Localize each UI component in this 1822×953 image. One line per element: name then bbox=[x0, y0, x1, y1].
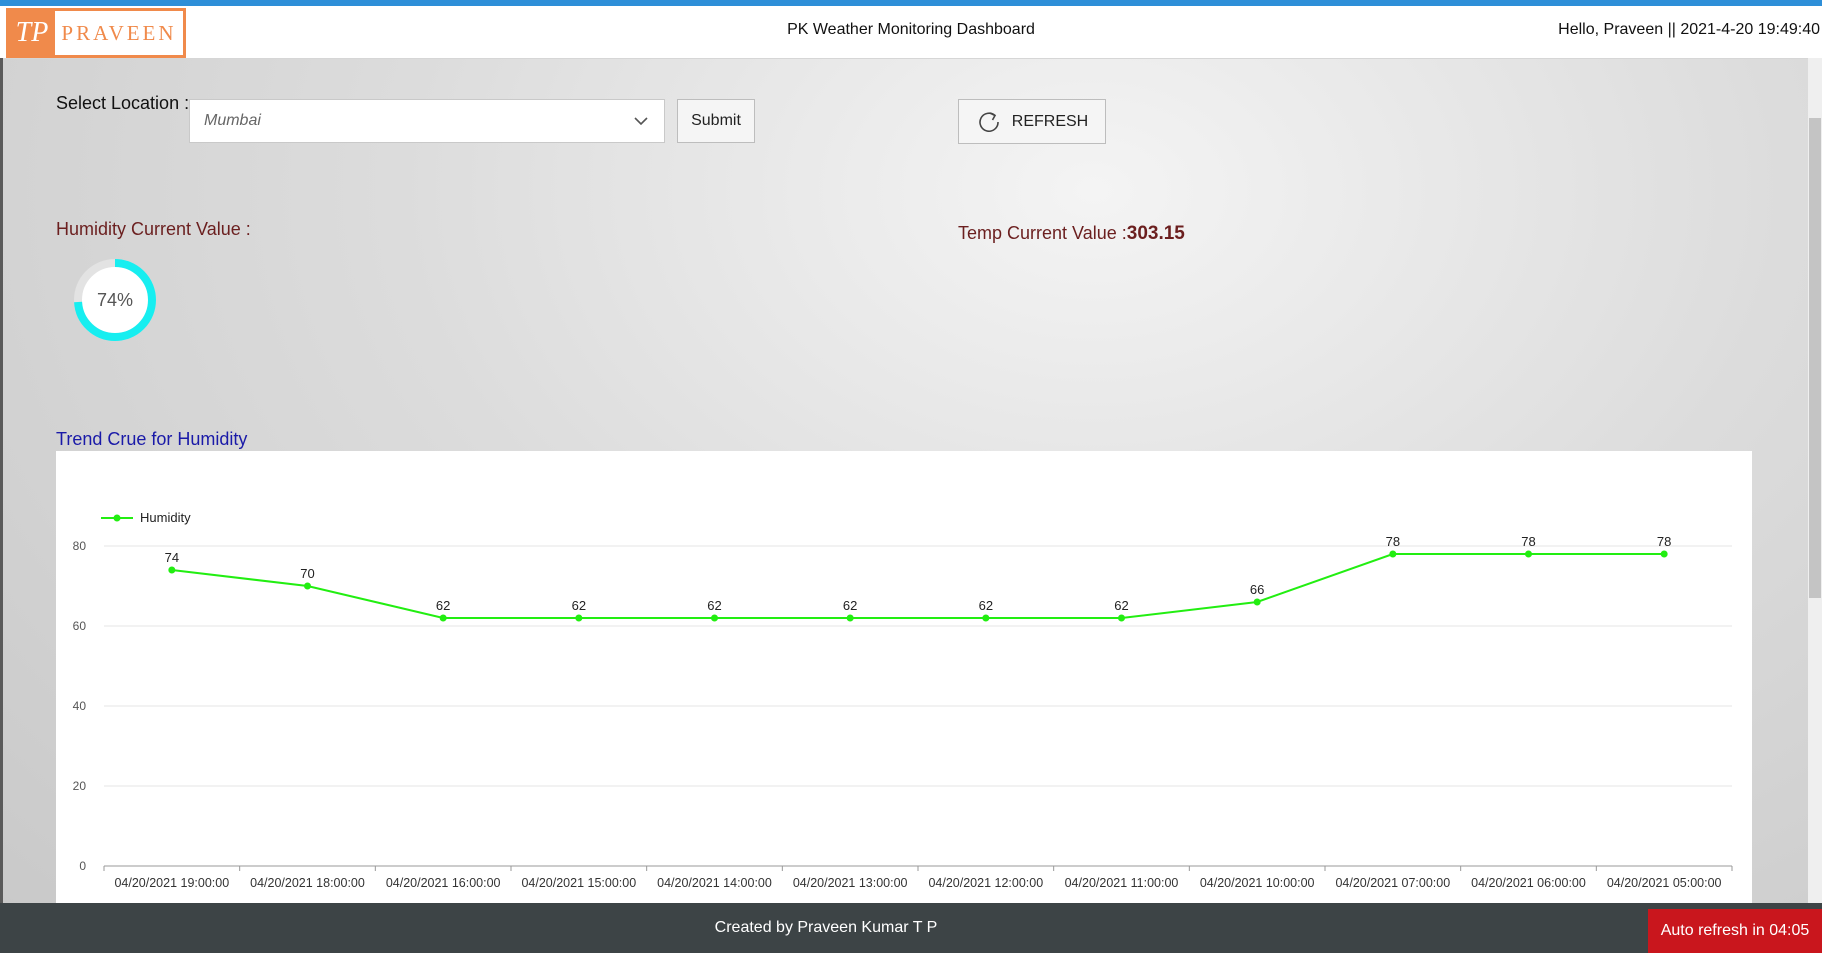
data-label: 62 bbox=[843, 598, 857, 613]
data-point bbox=[168, 566, 176, 574]
data-point bbox=[1253, 598, 1261, 606]
scrollbar-thumb[interactable] bbox=[1809, 118, 1821, 598]
x-tick-label: 04/20/2021 10:00:00 bbox=[1200, 876, 1315, 890]
left-edge-bar bbox=[0, 58, 3, 903]
humidity-trend-chart: 0 20 40 60 80 04/20/2021 19:00:00 04/20/2021 1… bbox=[56, 451, 1752, 903]
data-point bbox=[846, 614, 854, 622]
data-label: 62 bbox=[1114, 598, 1128, 613]
chevron-down-icon bbox=[634, 117, 648, 126]
temperature-label: Temp Current Value : bbox=[958, 223, 1127, 243]
x-tick-label: 04/20/2021 13:00:00 bbox=[793, 876, 908, 890]
chart-canvas: 0 20 40 60 80 04/20/2021 19:00:00 04/20/2021 1… bbox=[73, 510, 1733, 890]
data-point bbox=[575, 614, 583, 622]
data-label: 62 bbox=[979, 598, 993, 613]
data-label: 70 bbox=[300, 566, 314, 581]
page-scrollbar[interactable] bbox=[1808, 58, 1822, 903]
x-tick-label: 04/20/2021 15:00:00 bbox=[521, 876, 636, 890]
temperature-readout: Temp Current Value :303.15 bbox=[958, 223, 1185, 245]
footer-bar: Created by Praveen Kumar T P bbox=[0, 903, 1822, 953]
y-tick-label: 0 bbox=[79, 859, 86, 873]
x-tick-label: 04/20/2021 18:00:00 bbox=[250, 876, 365, 890]
humidity-label: Humidity Current Value : bbox=[56, 219, 251, 239]
data-point bbox=[1389, 550, 1397, 558]
data-point bbox=[439, 614, 447, 622]
submit-button[interactable]: Submit bbox=[677, 99, 755, 143]
location-label: Select Location : bbox=[56, 93, 190, 113]
data-point bbox=[1118, 614, 1125, 622]
location-select-value: Mumbai bbox=[204, 112, 261, 129]
y-tick-label: 40 bbox=[73, 699, 87, 713]
header-bar: TP PRAVEEN PK Weather Monitoring Dashboa… bbox=[0, 6, 1822, 59]
data-point bbox=[711, 614, 718, 622]
data-point bbox=[982, 614, 990, 622]
data-point bbox=[304, 582, 311, 590]
data-label: 66 bbox=[1250, 582, 1264, 597]
x-tick-label: 04/20/2021 16:00:00 bbox=[386, 876, 501, 890]
x-tick-label: 04/20/2021 14:00:00 bbox=[657, 876, 772, 890]
x-tick-label: 04/20/2021 05:00:00 bbox=[1607, 876, 1722, 890]
data-label: 62 bbox=[436, 598, 450, 613]
legend-marker bbox=[113, 514, 121, 522]
data-label: 78 bbox=[1657, 534, 1671, 549]
data-label: 74 bbox=[165, 550, 179, 565]
data-label: 78 bbox=[1521, 534, 1535, 549]
data-label: 62 bbox=[572, 598, 586, 613]
data-point bbox=[1660, 550, 1668, 558]
user-greeting: Hello, Praveen || 2021-4-20 19:49:40 bbox=[1558, 21, 1820, 38]
x-tick-label: 04/20/2021 11:00:00 bbox=[1065, 876, 1179, 890]
temperature-value: 303.15 bbox=[1126, 223, 1185, 244]
humidity-series-line bbox=[171, 553, 1665, 619]
x-tick-label: 04/20/2021 07:00:00 bbox=[1335, 876, 1450, 890]
y-tick-label: 80 bbox=[73, 539, 87, 553]
auto-refresh-badge[interactable]: Auto refresh in 04:05 bbox=[1648, 909, 1822, 953]
x-tick-label: 04/20/2021 06:00:00 bbox=[1471, 876, 1586, 890]
data-point bbox=[1525, 550, 1532, 558]
location-select[interactable]: Mumbai bbox=[189, 99, 665, 143]
data-label: 78 bbox=[1386, 534, 1400, 549]
y-tick-label: 20 bbox=[73, 779, 87, 793]
page-title: PK Weather Monitoring Dashboard bbox=[787, 21, 1035, 38]
refresh-button[interactable]: REFRESH bbox=[958, 99, 1106, 144]
y-tick-label: 60 bbox=[73, 619, 87, 633]
footer-credit: Created by Praveen Kumar T P bbox=[714, 919, 938, 936]
data-label: 62 bbox=[707, 598, 721, 613]
legend-label: Humidity bbox=[140, 510, 191, 525]
trend-chart-title: Trend Crue for Humidity bbox=[56, 429, 248, 449]
x-tick-label: 04/20/2021 19:00:00 bbox=[114, 876, 229, 890]
refresh-button-label: REFRESH bbox=[1011, 112, 1089, 130]
x-tick-label: 04/20/2021 12:00:00 bbox=[928, 876, 1043, 890]
refresh-icon bbox=[979, 111, 999, 132]
humidity-gauge-value: 74% bbox=[96, 290, 134, 310]
